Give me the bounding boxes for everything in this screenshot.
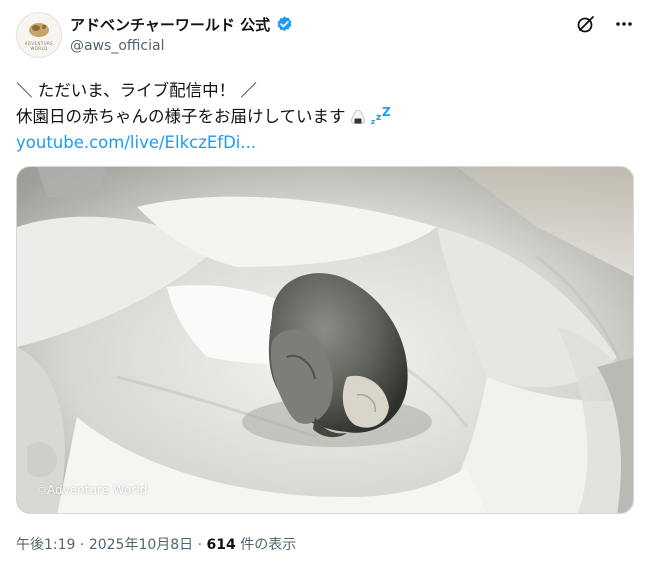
- post-time[interactable]: 午後1:19: [16, 537, 75, 553]
- tweet-media-photo[interactable]: ©Adventure World: [16, 166, 634, 514]
- svg-text:Z: Z: [382, 106, 391, 119]
- onigiri-emoji-icon: [350, 109, 365, 124]
- meta-separator: ·: [79, 537, 85, 553]
- tweet-line-1: ＼ ただいま、ライブ配信中！ ／: [16, 81, 257, 100]
- logo-text: ADVENTURE WORLD: [24, 41, 54, 51]
- account-handle[interactable]: @aws_official: [70, 38, 164, 54]
- more-options-icon[interactable]: [612, 12, 636, 36]
- photo-watermark: ©Adventure World: [35, 483, 148, 497]
- adventure-world-logo-icon: [29, 23, 49, 37]
- tweet-text: ＼ ただいま、ライブ配信中！ ／ 休園日の赤ちゃんの様子をお届けしています z …: [16, 78, 636, 156]
- top-actions: [574, 12, 636, 36]
- views-label: 件の表示: [240, 537, 297, 553]
- views-count[interactable]: 614: [207, 537, 236, 553]
- display-name[interactable]: アドベンチャーワールド 公式: [70, 14, 270, 35]
- svg-text:z: z: [376, 113, 381, 123]
- baby-penguin-photo: [17, 167, 633, 513]
- post-date[interactable]: 2025年10月8日: [89, 537, 193, 553]
- tweet-meta: 午後1:19 · 2025年10月8日 · 614 件の表示: [16, 534, 296, 554]
- tweet-line-2: 休園日の赤ちゃんの様子をお届けしています z z Z: [16, 104, 636, 130]
- zzz-emoji-icon: z z Z: [371, 106, 391, 126]
- author-name-row: アドベンチャーワールド 公式: [70, 14, 294, 35]
- grok-icon[interactable]: [574, 12, 598, 36]
- meta-separator: ·: [197, 537, 203, 553]
- verified-badge-icon: [277, 16, 292, 32]
- tweet-line-2-text: 休園日の赤ちゃんの様子をお届けしています: [16, 107, 346, 126]
- svg-text:z: z: [371, 118, 375, 126]
- avatar[interactable]: ADVENTURE WORLD: [16, 12, 62, 58]
- youtube-link[interactable]: youtube.com/live/ElkczEfDi...: [16, 130, 636, 156]
